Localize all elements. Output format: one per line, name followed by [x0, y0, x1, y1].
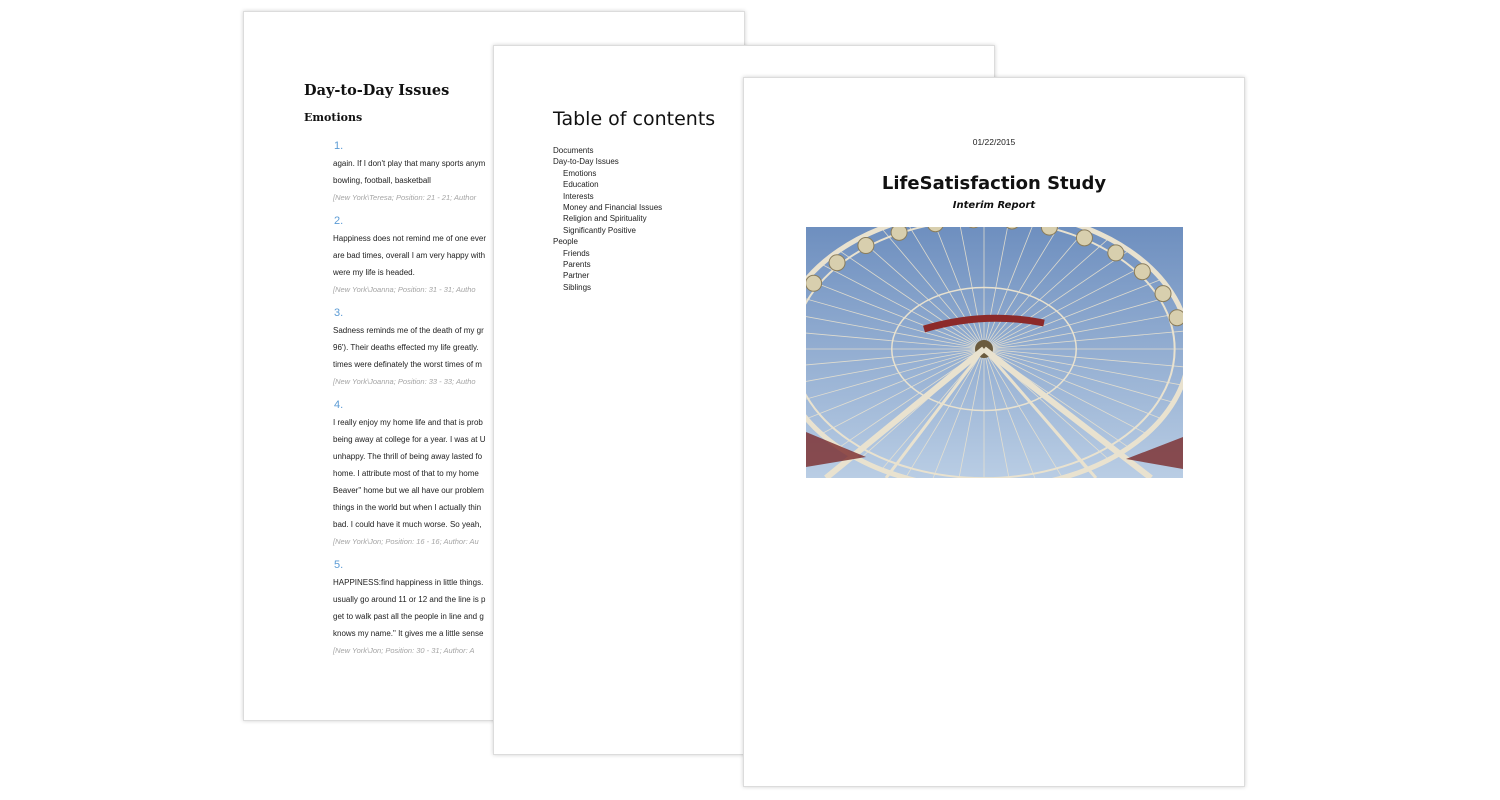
- report-title: LifeSatisfaction Study: [881, 173, 1107, 194]
- toc-list: Documents Day-to-Day Issues Emotions Educat…: [553, 145, 662, 293]
- subsection-heading: Emotions: [304, 111, 363, 124]
- report-date: 01/22/2015: [972, 137, 1016, 147]
- report-subtitle: Interim Report: [952, 200, 1036, 211]
- toc-item[interactable]: Parents: [553, 259, 662, 270]
- toc-heading: Table of contents: [553, 108, 716, 130]
- toc-item[interactable]: Significantly Positive: [553, 225, 662, 236]
- toc-item[interactable]: Interests: [553, 191, 662, 202]
- toc-item[interactable]: Education: [553, 179, 662, 190]
- toc-item[interactable]: Day-to-Day Issues: [553, 156, 662, 167]
- toc-item[interactable]: Friends: [553, 248, 662, 259]
- toc-item[interactable]: Siblings: [553, 282, 662, 293]
- toc-item[interactable]: Partner: [553, 270, 662, 281]
- toc-item[interactable]: Emotions: [553, 168, 662, 179]
- toc-item[interactable]: Religion and Spirituality: [553, 213, 662, 224]
- ferris-wheel-photo: [806, 227, 1183, 478]
- toc-item[interactable]: Money and Financial Issues: [553, 202, 662, 213]
- section-heading: Day-to-Day Issues: [304, 82, 450, 99]
- toc-item[interactable]: People: [553, 236, 662, 247]
- toc-item[interactable]: Documents: [553, 145, 662, 156]
- report-page-title: 01/22/2015 LifeSatisfaction Study Interi…: [743, 77, 1245, 787]
